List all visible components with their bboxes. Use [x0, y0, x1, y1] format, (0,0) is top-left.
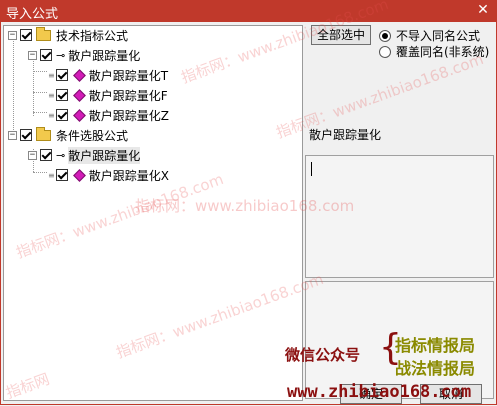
- tree-node-group[interactable]: − ⊸ 散户跟踪量化: [28, 46, 140, 64]
- tree-node-label: 条件选股公式: [56, 128, 129, 143]
- select-all-button[interactable]: 全部选中: [311, 25, 371, 45]
- window-title: 导入公式: [6, 7, 59, 22]
- close-icon[interactable]: ✕: [475, 2, 491, 18]
- formula-line-icon: ≡: [48, 170, 55, 180]
- formula-line-icon: ≡: [48, 90, 55, 100]
- tree-node-formula[interactable]: ≡ 散户跟踪量化X: [48, 166, 169, 184]
- formula-description-box[interactable]: [305, 155, 494, 278]
- checkbox[interactable]: [20, 29, 32, 41]
- promo-line-1: 指标情报局: [395, 336, 476, 355]
- checkbox[interactable]: [55, 109, 68, 121]
- formula-name-label: 散户跟踪量化: [309, 128, 382, 142]
- tree-node-tech-indicators[interactable]: − 技术指标公式: [8, 26, 128, 44]
- folder-icon: [36, 126, 51, 141]
- checkbox[interactable]: [55, 89, 68, 101]
- indicator-diamond-icon: [72, 108, 86, 122]
- tree-node-label: 散户跟踪量化Z: [88, 108, 169, 123]
- radio-label: 不导入同名公式: [396, 29, 481, 43]
- checkbox[interactable]: [55, 169, 68, 181]
- radio-overwrite[interactable]: 覆盖同名(非系统): [379, 43, 489, 60]
- tree-node-label: 散户跟踪量化: [68, 146, 141, 164]
- tree-node-stock-selection[interactable]: − 条件选股公式: [8, 126, 128, 144]
- tree-node-label: 散户跟踪量化: [68, 48, 141, 63]
- collapse-icon[interactable]: −: [8, 130, 17, 140]
- formula-line-icon: ≡: [48, 70, 55, 80]
- radio-label: 覆盖同名(非系统): [396, 45, 490, 59]
- indicator-diamond-icon: [72, 88, 86, 102]
- formula-tree[interactable]: − 技术指标公式 − ⊸ 散户跟踪量化 ≡ 散户跟踪量化T ≡ 散户跟踪量化F …: [3, 25, 303, 401]
- text-caret: [311, 162, 312, 176]
- tree-node-label: 技术指标公式: [56, 28, 129, 43]
- indicator-diamond-icon: [72, 168, 86, 182]
- collapse-icon[interactable]: −: [28, 150, 37, 160]
- collapse-icon[interactable]: −: [28, 50, 37, 60]
- checkbox[interactable]: [40, 49, 52, 61]
- tree-node-label: 散户跟踪量化T: [88, 68, 169, 83]
- formula-line-icon: ≡: [48, 110, 55, 120]
- radio-button[interactable]: [379, 45, 391, 58]
- key-icon: ⊸: [56, 148, 65, 162]
- wechat-label: 微信公众号: [285, 346, 361, 364]
- checkbox[interactable]: [20, 129, 32, 141]
- title-bar: 导入公式 ✕: [0, 0, 497, 22]
- key-icon: ⊸: [56, 48, 65, 62]
- tree-node-formula[interactable]: ≡ 散户跟踪量化F: [48, 86, 168, 104]
- tree-node-formula[interactable]: ≡ 散户跟踪量化Z: [48, 106, 169, 124]
- tree-node-label: 散户跟踪量化X: [88, 168, 169, 183]
- radio-no-import[interactable]: 不导入同名公式: [379, 27, 480, 44]
- tree-node-formula[interactable]: ≡ 散户跟踪量化T: [48, 66, 168, 84]
- indicator-diamond-icon: [72, 68, 86, 82]
- tree-node-group[interactable]: − ⊸ 散户跟踪量化: [28, 146, 141, 164]
- checkbox[interactable]: [40, 149, 52, 161]
- tree-node-label: 散户跟踪量化F: [88, 88, 168, 103]
- promo-line-2: 战法情报局: [395, 359, 476, 378]
- radio-button[interactable]: [379, 29, 391, 42]
- promo-site: www.zhibiao168.com: [287, 382, 472, 402]
- checkbox[interactable]: [55, 69, 68, 81]
- folder-icon: [36, 26, 51, 41]
- collapse-icon[interactable]: −: [8, 30, 17, 40]
